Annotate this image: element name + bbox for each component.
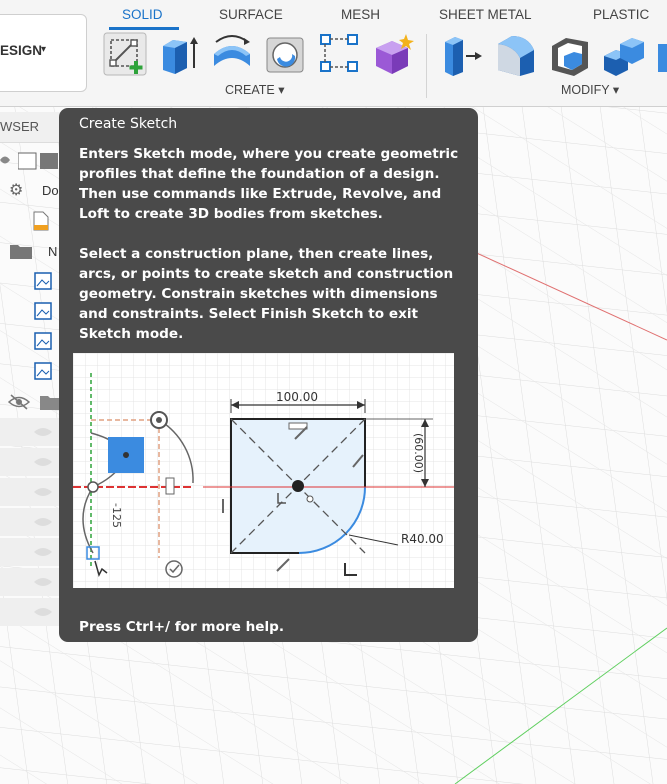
image-icon: [34, 302, 52, 320]
eye-icon[interactable]: [33, 486, 53, 498]
chevron-down-icon: ▾: [41, 44, 47, 55]
browser-row-document[interactable]: [0, 207, 64, 235]
image-icon: [34, 272, 52, 290]
tab-plastic[interactable]: PLASTIC: [593, 7, 649, 22]
tab-solid[interactable]: SOLID: [122, 7, 163, 22]
browser-row-hidden[interactable]: [0, 418, 64, 446]
gear-icon: ⚙: [9, 180, 24, 199]
dimension-label: (60.00): [412, 433, 425, 473]
modify-group-label[interactable]: MODIFY ▾: [561, 82, 619, 97]
tooltip-description: Enters Sketch mode, where you create geo…: [79, 146, 459, 222]
folder-icon: [10, 245, 32, 259]
combine-icon[interactable]: [602, 32, 646, 76]
tab-sheet-metal[interactable]: SHEET METAL: [439, 7, 532, 22]
tooltip-title: Create Sketch: [79, 116, 178, 132]
fillet-icon[interactable]: [494, 32, 538, 76]
tooltip-instructions: Select a construction plane, then create…: [79, 246, 454, 342]
browser-row-named-views[interactable]: N: [0, 237, 64, 265]
browser-row-view[interactable]: [0, 358, 64, 386]
dimension-label: 100.00: [276, 390, 318, 404]
tab-mesh[interactable]: MESH: [341, 7, 380, 22]
form-icon[interactable]: [372, 32, 416, 76]
browser-row-view[interactable]: [0, 268, 64, 296]
workspace-label: ESIGN: [0, 43, 43, 58]
image-icon: [34, 332, 52, 350]
eye-hidden-icon[interactable]: [8, 393, 30, 411]
dimension-label: -125: [110, 503, 123, 528]
hole-icon[interactable]: [264, 32, 308, 76]
browser-row-hidden[interactable]: [0, 598, 64, 626]
browser-row-label: N: [48, 244, 58, 259]
browser-row-document-settings[interactable]: ⚙ Do: [0, 177, 64, 205]
browser-row-root[interactable]: [0, 148, 64, 176]
group-separator: [426, 34, 427, 98]
tooltip-help-hint: Press Ctrl+/ for more help.: [79, 619, 285, 635]
create-sketch-icon[interactable]: [103, 32, 147, 76]
create-group-label[interactable]: CREATE ▾: [225, 82, 285, 97]
pattern-icon[interactable]: [318, 32, 362, 76]
visibility-icon[interactable]: [0, 153, 10, 167]
browser-row-hidden[interactable]: [0, 508, 64, 536]
component-icon: [18, 152, 58, 170]
document-icon: [33, 211, 49, 231]
browser-row-origin[interactable]: [0, 389, 64, 417]
image-icon: [34, 362, 52, 380]
toolbar-ribbon: ESIGN ▾ SOLID SURFACE MESH SHEET METAL P…: [0, 0, 667, 107]
create-sketch-tooltip: Create Sketch Enters Sketch mode, where …: [59, 108, 478, 642]
browser-row-view[interactable]: [0, 328, 64, 356]
revolve-icon[interactable]: [210, 32, 254, 76]
active-tab-indicator: [109, 27, 179, 30]
tab-surface[interactable]: SURFACE: [219, 7, 283, 22]
shell-icon[interactable]: [548, 32, 592, 76]
eye-icon[interactable]: [33, 576, 53, 588]
dimension-label: R40.00: [401, 532, 444, 546]
eye-icon[interactable]: [33, 546, 53, 558]
eye-icon[interactable]: [33, 516, 53, 528]
extrude-icon[interactable]: [157, 32, 201, 76]
browser-row-hidden[interactable]: [0, 538, 64, 566]
eye-icon[interactable]: [33, 606, 53, 618]
browser-row-view[interactable]: [0, 298, 64, 326]
eye-icon[interactable]: [33, 456, 53, 468]
align-icon[interactable]: [654, 32, 667, 76]
browser-row-hidden[interactable]: [0, 568, 64, 596]
tooltip-illustration: -125 100.00 (60.00) R40.00: [73, 353, 454, 588]
eye-icon[interactable]: [33, 426, 53, 438]
browser-title: WSER: [0, 119, 39, 134]
press-pull-icon[interactable]: [441, 32, 485, 76]
browser-row-hidden[interactable]: [0, 448, 64, 476]
browser-row-hidden[interactable]: [0, 478, 64, 506]
browser-row-label: Do: [42, 183, 59, 198]
